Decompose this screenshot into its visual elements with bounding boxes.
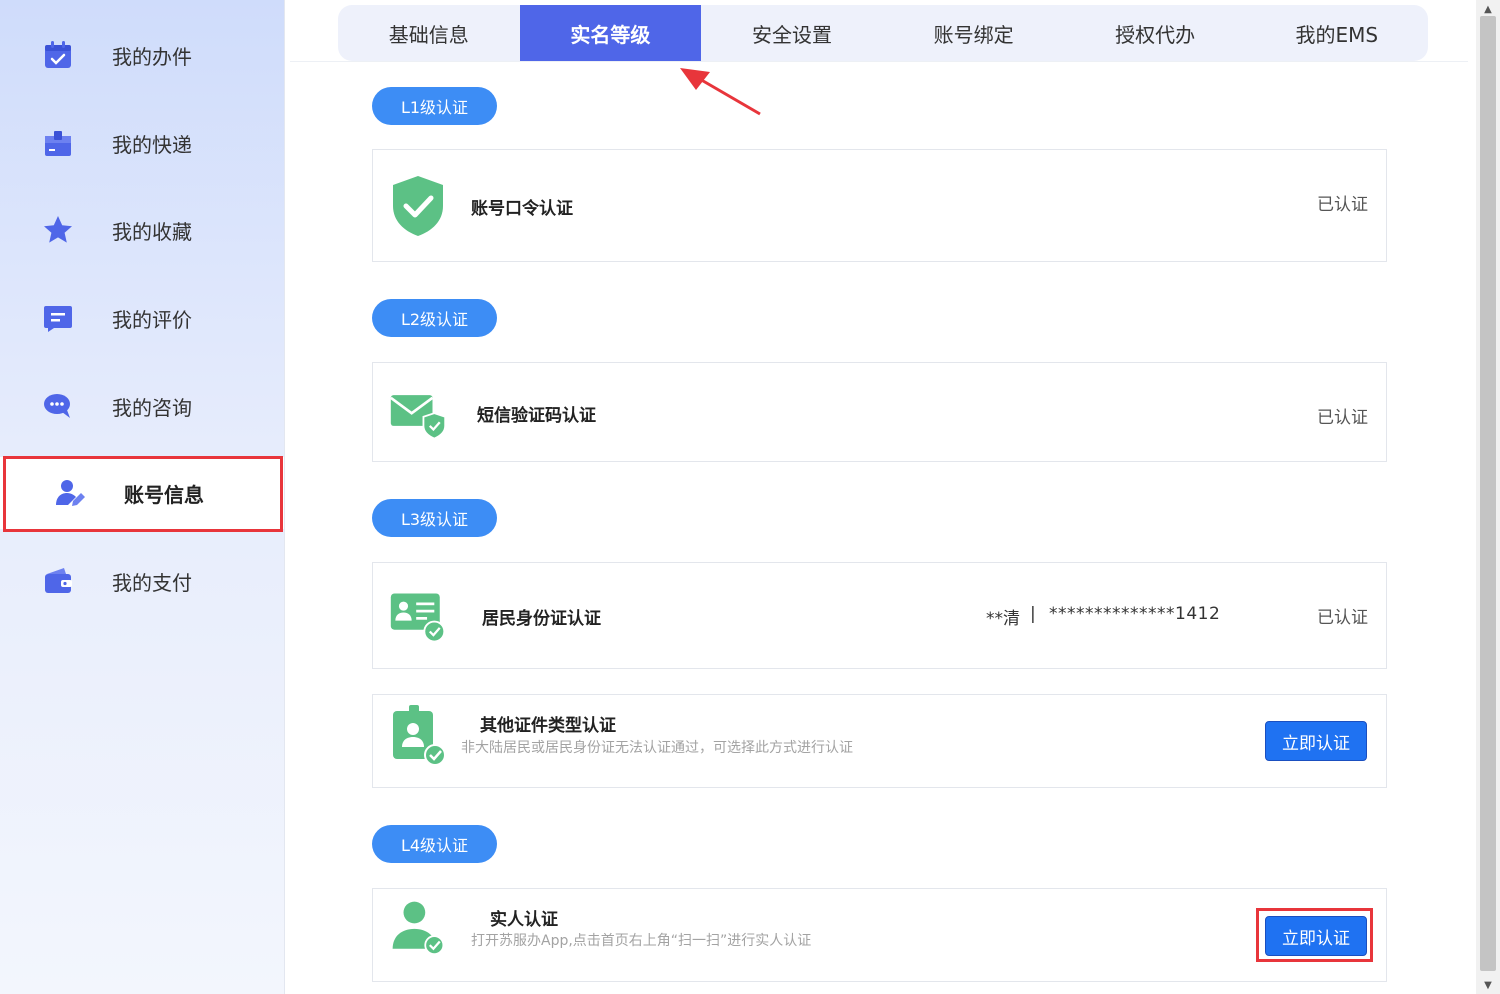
- sidebar-item-my-express[interactable]: 我的快递: [0, 107, 284, 179]
- card-title: 其他证件类型认证: [480, 716, 616, 736]
- package-icon: [45, 131, 71, 156]
- card-title: 居民身份证认证: [482, 609, 601, 629]
- tab-real-name-level[interactable]: 实名等级: [519, 5, 702, 61]
- verify-now-button[interactable]: 立即认证: [1265, 916, 1367, 956]
- verify-now-button[interactable]: 立即认证: [1265, 721, 1367, 761]
- level-pill-l1: L1级认证: [372, 87, 497, 125]
- sidebar-item-label: 我的支付: [112, 570, 192, 595]
- level-pill-l3: L3级认证: [372, 499, 497, 537]
- sidebar-item-my-consultation[interactable]: 我的咨询: [0, 370, 284, 442]
- sidebar-item-label: 账号信息: [124, 482, 204, 507]
- star-icon: [44, 216, 72, 243]
- tab-basic-info[interactable]: 基础信息: [338, 5, 520, 61]
- comment-note-icon: [44, 306, 72, 332]
- masked-id-number: **************1412: [1049, 604, 1221, 624]
- sidebar-item-my-payment[interactable]: 我的支付: [0, 545, 284, 617]
- card-sms-auth: 短信验证码认证 已认证: [372, 362, 1387, 462]
- calendar-check-icon: [45, 41, 71, 68]
- level-pill-l4: L4级认证: [372, 825, 497, 863]
- sidebar-item-my-favorites[interactable]: 我的收藏: [0, 194, 284, 266]
- card-password-auth: 账号口令认证 已认证: [372, 149, 1387, 262]
- scrollbar[interactable]: ▲ ▼: [1476, 0, 1500, 994]
- tab-security-settings[interactable]: 安全设置: [701, 5, 883, 61]
- card-description: 非大陆居民或居民身份证无法认证通过，可选择此方式进行认证: [461, 740, 853, 756]
- sidebar-item-label: 我的办件: [112, 44, 192, 69]
- level-pill-l2: L2级认证: [372, 299, 497, 337]
- sidebar: 我的办件 我的快递 我的收藏 我的评价 我的咨询 账号信息 我的支付: [0, 0, 285, 994]
- masked-name: **清: [986, 609, 1020, 629]
- scrollbar-thumb[interactable]: [1480, 16, 1496, 971]
- sidebar-item-my-tasks[interactable]: 我的办件: [0, 19, 284, 91]
- annotation-arrow-icon: [680, 68, 761, 116]
- tab-authorized-agent[interactable]: 授权代办: [1064, 5, 1246, 61]
- card-title: 实人认证: [490, 910, 558, 930]
- sidebar-item-label: 我的收藏: [112, 219, 192, 244]
- separator: |: [1030, 604, 1036, 624]
- sidebar-item-label: 我的评价: [112, 307, 192, 332]
- user-edit-icon: [56, 480, 85, 506]
- card-title: 短信验证码认证: [477, 406, 596, 426]
- sidebar-item-account-info[interactable]: 账号信息: [0, 457, 284, 529]
- card-id-card-auth: 居民身份证认证 **清 | **************1412 已认证: [372, 562, 1387, 669]
- sidebar-item-my-reviews[interactable]: 我的评价: [0, 282, 284, 354]
- card-other-id-auth: 其他证件类型认证 非大陆居民或居民身份证无法认证通过，可选择此方式进行认证 立即…: [372, 694, 1387, 788]
- tab-my-ems[interactable]: 我的EMS: [1246, 5, 1428, 61]
- status-badge: 已认证: [1317, 408, 1368, 428]
- sidebar-item-label: 我的快递: [112, 132, 192, 157]
- tab-bar: 基础信息 实名等级 安全设置 账号绑定 授权代办 我的EMS: [338, 5, 1428, 61]
- shield-check-icon: [393, 176, 443, 236]
- chat-bubble-icon: [44, 394, 70, 418]
- id-card-check-icon: [390, 593, 446, 643]
- card-real-person-auth: 实人认证 打开苏服办App,点击首页右上角“扫一扫”进行实人认证 立即认证: [372, 888, 1387, 982]
- person-check-icon: [392, 901, 445, 956]
- envelope-shield-icon: [390, 395, 447, 440]
- badge-person-icon: [393, 705, 446, 766]
- wallet-icon: [45, 568, 72, 593]
- card-description: 打开苏服办App,点击首页右上角“扫一扫”进行实人认证: [471, 933, 812, 949]
- status-badge: 已认证: [1317, 608, 1368, 628]
- card-title: 账号口令认证: [471, 199, 573, 219]
- tabs-divider: [290, 61, 1468, 62]
- status-badge: 已认证: [1317, 195, 1368, 215]
- tab-account-binding[interactable]: 账号绑定: [883, 5, 1065, 61]
- sidebar-item-label: 我的咨询: [112, 395, 192, 420]
- scroll-down-icon[interactable]: ▼: [1476, 976, 1500, 994]
